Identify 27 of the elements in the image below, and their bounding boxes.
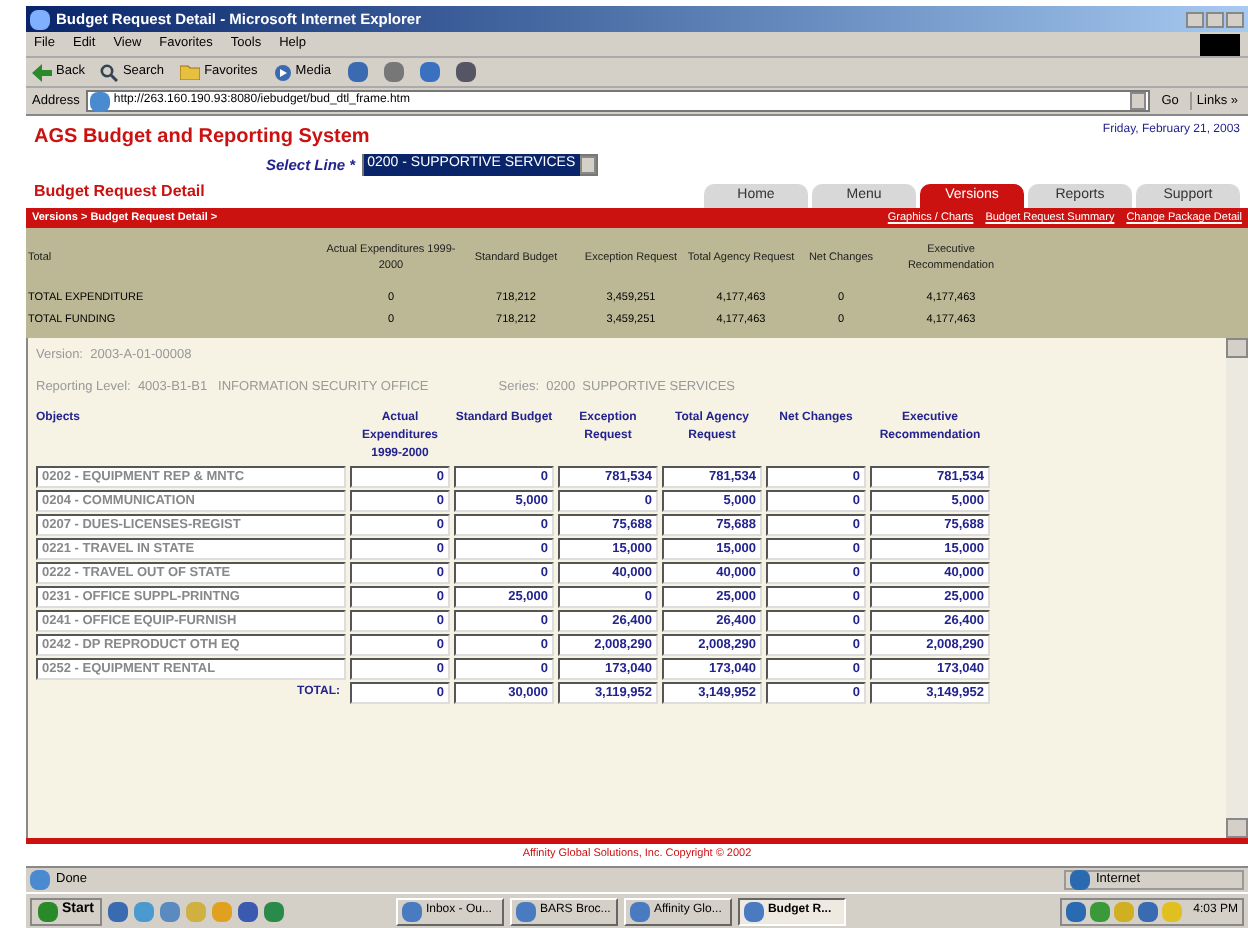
quick-launch-icon — [237, 901, 258, 921]
app-icon — [401, 901, 422, 921]
tray-icon — [1089, 901, 1110, 921]
quick-launch-icon — [107, 901, 128, 921]
page-title: Budget Request Detail — [34, 180, 205, 204]
quick-launch-icon — [133, 901, 154, 921]
tray-icon — [1113, 901, 1134, 921]
media-icon — [273, 63, 292, 81]
app-title: AGS Budget and Reporting System — [34, 124, 370, 152]
toolbar-icon — [419, 62, 440, 82]
tray-icon — [1161, 901, 1182, 921]
quick-launch-icon — [211, 901, 232, 921]
quick-launch-icon — [263, 901, 284, 921]
folder-icon — [180, 64, 201, 80]
back-arrow-icon — [32, 63, 52, 81]
scrollbar[interactable] — [1226, 338, 1248, 838]
toolbar-icon — [455, 62, 476, 82]
toolbar-icon — [347, 62, 368, 82]
toolbar-icon — [383, 62, 404, 82]
quick-launch-icon — [159, 901, 180, 921]
tray-icon — [1137, 901, 1158, 921]
app-icon — [515, 901, 536, 921]
quick-launch-icon — [185, 901, 206, 921]
search-icon — [100, 63, 119, 81]
tray-icon — [1065, 901, 1086, 921]
app-icon — [743, 901, 764, 921]
app-icon — [629, 901, 650, 921]
